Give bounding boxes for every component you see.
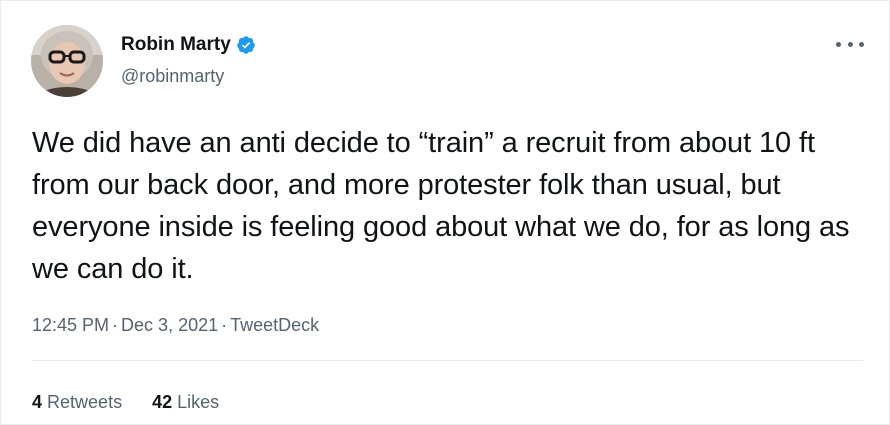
verified-badge-icon — [236, 35, 256, 55]
author-handle[interactable]: @robinmarty — [121, 65, 224, 87]
author-display-name[interactable]: Robin Marty — [121, 34, 231, 56]
meta-separator: · — [112, 315, 119, 335]
tweet-stats: 4 Retweets 42 Likes — [32, 391, 219, 413]
likes-label: Likes — [177, 392, 220, 412]
likes-stat[interactable]: 42 Likes — [152, 391, 219, 413]
meta-separator: · — [221, 315, 228, 335]
tweet-card: Robin Marty @robinmarty We did have an a… — [0, 0, 890, 425]
tweet-metadata: 12:45 PM · Dec 3, 2021 · TweetDeck — [32, 313, 319, 337]
more-dot — [859, 41, 864, 47]
retweets-label: Retweets — [47, 392, 123, 412]
likes-count: 42 — [152, 392, 173, 412]
tweet-time[interactable]: 12:45 PM — [32, 315, 109, 335]
tweet-date[interactable]: Dec 3, 2021 — [121, 315, 218, 335]
retweets-count: 4 — [32, 392, 43, 412]
avatar-image — [31, 25, 103, 97]
avatar[interactable] — [31, 25, 103, 97]
more-dot — [836, 41, 841, 47]
more-options-icon[interactable] — [836, 34, 864, 54]
tweet-source[interactable]: TweetDeck — [230, 315, 319, 335]
divider — [32, 360, 863, 361]
author-name-row: Robin Marty — [121, 34, 256, 56]
more-dot — [847, 41, 853, 47]
retweets-stat[interactable]: 4 Retweets — [32, 391, 122, 413]
tweet-text: We did have an anti decide to “train” a … — [32, 127, 850, 285]
